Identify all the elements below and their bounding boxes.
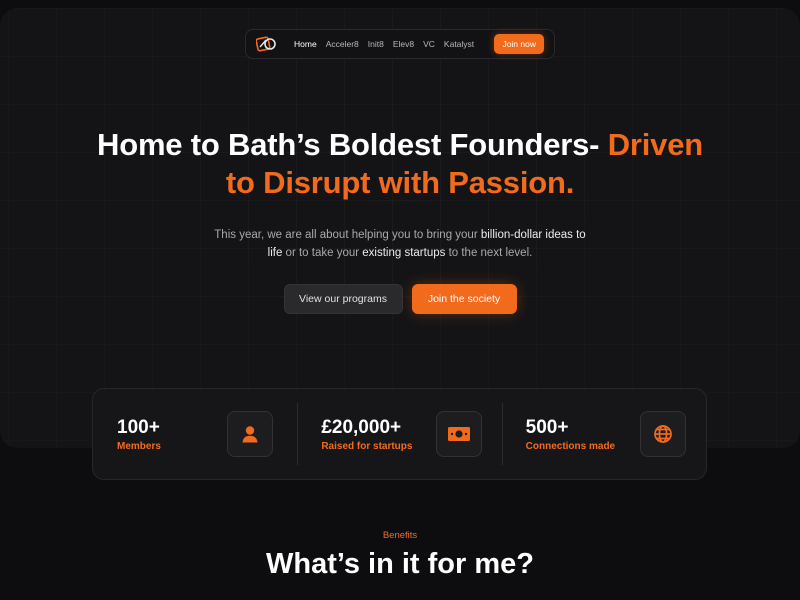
nav-link-home[interactable]: Home	[294, 39, 317, 49]
globe-icon	[639, 411, 686, 457]
stat-connections: 500+ Connections made	[501, 389, 706, 479]
stat-value: 100+	[117, 416, 160, 438]
hero-sub-highlight2: life	[267, 247, 283, 259]
hero-title-accent2: to Disrupt with Passion.	[225, 165, 575, 200]
hero-sub-text1: This year, we are all about helping you …	[214, 229, 481, 241]
hero-subtitle: This year, we are all about helping you …	[0, 226, 800, 262]
hero-title: Home to Bath’s Boldest Founders- Driven …	[0, 126, 800, 202]
nav-link-katalyst[interactable]: Katalyst	[444, 39, 474, 49]
nav-link-vc[interactable]: VC	[423, 39, 435, 49]
stat-label: Connections made	[525, 440, 616, 452]
nav-links: Home Acceler8 Init8 Elev8 VC Katalyst	[294, 39, 474, 49]
join-now-button[interactable]: Join now	[494, 34, 544, 54]
hero-sub-text2: or to take your	[282, 247, 363, 259]
hero-sub-text3: to the next level.	[445, 247, 533, 259]
stat-members: 100+ Members	[93, 389, 297, 479]
benefits-title: What’s in it for me?	[266, 548, 534, 580]
user-icon	[227, 411, 274, 457]
stat-label: Members	[117, 440, 161, 452]
society-logo-icon[interactable]	[256, 35, 278, 53]
stat-value: £20,000+	[321, 416, 402, 438]
hero-title-accent1: Driven	[607, 127, 703, 162]
stat-value: 500+	[525, 416, 569, 438]
benefits-eyebrow: Benefits	[382, 530, 418, 541]
stats-card: 100+ Members £20,000+ Raised for startup…	[92, 388, 707, 480]
hero-sub-highlight3: existing startups	[362, 247, 446, 259]
stat-raised: £20,000+ Raised for startups	[297, 389, 501, 479]
banknote-icon	[435, 411, 482, 457]
hero-title-part1: Home to Bath’s Boldest Founders-	[97, 127, 608, 162]
view-programs-button[interactable]: View our programs	[283, 284, 403, 314]
stat-label: Raised for startups	[321, 440, 413, 452]
nav-link-init8[interactable]: Init8	[368, 39, 384, 49]
top-navbar: Home Acceler8 Init8 Elev8 VC Katalyst Jo…	[245, 29, 555, 59]
nav-link-elev8[interactable]: Elev8	[393, 39, 414, 49]
join-society-button[interactable]: Join the society	[411, 284, 517, 314]
hero-buttons: View our programs Join the society	[0, 284, 800, 314]
hero-sub-highlight1: billion-dollar ideas to	[480, 229, 586, 241]
nav-link-acceler8[interactable]: Acceler8	[326, 39, 359, 49]
